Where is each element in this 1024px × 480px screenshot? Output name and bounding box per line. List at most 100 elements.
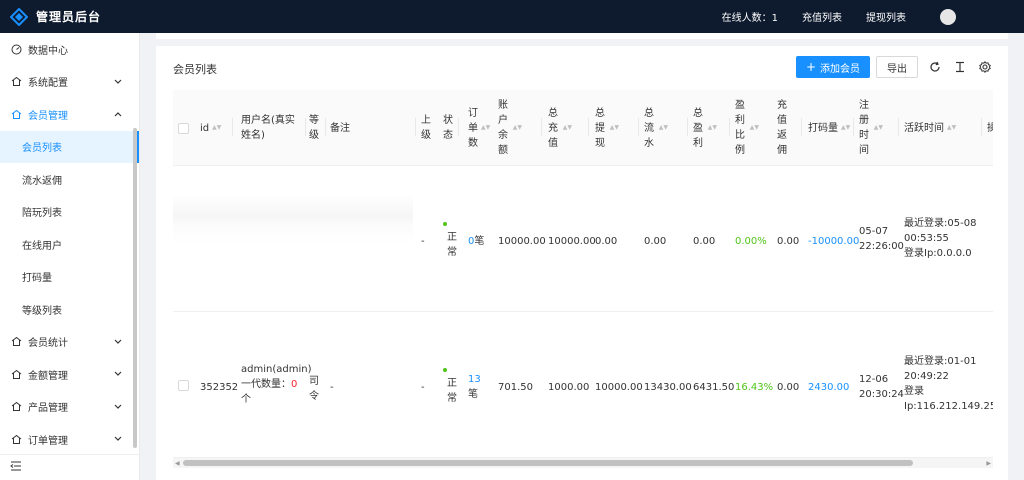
cell-status: 正常 xyxy=(447,378,457,404)
dashboard-icon xyxy=(10,43,22,55)
cell-total-flow: 13430.00 xyxy=(644,382,692,393)
sort-icon: ▲▼ xyxy=(609,124,619,131)
col-total-flow[interactable]: 总流水 ▲▼ xyxy=(644,90,668,166)
brand-logo-icon xyxy=(10,7,28,26)
cell-register-time: 12-06 20:30:24 xyxy=(859,374,904,400)
col-total-profit[interactable]: 总盈利 ▲▼ xyxy=(693,90,717,166)
col-id[interactable]: id ▲▼ xyxy=(200,90,221,166)
cell-bet-amount[interactable]: 2430.00 xyxy=(808,380,849,395)
cell-id: 352352 xyxy=(200,382,239,393)
cell-bet-amount[interactable]: -10000.00 xyxy=(808,234,859,249)
menu-fold-icon xyxy=(10,461,22,474)
cell-total-recharge: 10000.00 xyxy=(548,236,596,247)
cell-superior: - xyxy=(421,382,425,393)
cell-superior: - xyxy=(421,236,425,247)
cell-balance: 10000.00 xyxy=(498,236,546,247)
table-horizontal-scrollbar[interactable]: ◀ ▶ xyxy=(173,458,993,468)
export-button[interactable]: 导出 xyxy=(876,56,918,78)
col-register-time[interactable]: 注册时间 ▲▼ xyxy=(859,90,883,166)
cell-total-flow: 0.00 xyxy=(644,236,667,247)
sidebar-item-member-management[interactable]: 会员管理 xyxy=(0,98,139,131)
col-status: 状态 xyxy=(443,115,453,141)
status-dot xyxy=(443,222,447,226)
cell-register-time: 05-07 22:26:00 xyxy=(859,226,904,252)
select-all-checkbox[interactable] xyxy=(178,90,189,166)
cell-total-profit: 6431.50 xyxy=(693,382,735,393)
col-profit-ratio[interactable]: 盈利比例 ▲▼ xyxy=(735,90,759,166)
cell-total-withdraw: 0.00 xyxy=(595,236,618,247)
brand-title: 管理员后台 xyxy=(36,10,102,24)
top-bar: 管理员后台 在线人数：1 充值列表 提现列表 xyxy=(0,0,1024,33)
table-row: 352352 admin(admin) 一代数量：0 个 司令 - - 正常 1… xyxy=(173,312,993,458)
status-dot xyxy=(443,368,447,372)
col-level: 等级 xyxy=(309,115,319,141)
cell-recharge-rebate: 0.00 xyxy=(777,382,800,393)
home-icon xyxy=(10,336,22,348)
col-total-withdraw[interactable]: 总提现 ▲▼ xyxy=(595,90,619,166)
sidebar-item-amount-management[interactable]: 金额管理 xyxy=(0,358,139,391)
cell-profit-ratio: 16.43% xyxy=(735,382,774,393)
sort-icon: ▲▼ xyxy=(749,124,759,131)
recharge-list-link[interactable]: 充值列表 xyxy=(802,9,842,24)
cell-orders[interactable]: 13 笔 xyxy=(468,372,481,402)
column-height-icon[interactable] xyxy=(953,60,967,74)
col-more: 操 xyxy=(987,122,993,134)
cell-profit-ratio: 0.00% xyxy=(735,236,767,247)
col-active-time[interactable]: 活跃时间 ▲▼ xyxy=(904,90,956,166)
scroll-left-icon[interactable]: ◀ xyxy=(175,460,180,467)
chevron-down-icon xyxy=(113,77,123,87)
col-remark: 备注 xyxy=(330,122,350,134)
sidebar-item-product-management[interactable]: 产品管理 xyxy=(0,391,139,424)
sidebar-item-data-center[interactable]: 数据中心 xyxy=(0,33,139,66)
cell-total-withdraw: 10000.00 xyxy=(595,382,643,393)
cell-active-time: 最近登录:05-08 00:53:55 登录Ip:0.0.0.0 xyxy=(904,218,977,259)
sidebar-item-level-list[interactable]: 等级列表 xyxy=(0,293,139,326)
cell-orders[interactable]: 0笔 xyxy=(468,234,484,249)
col-total-recharge[interactable]: 总充值 ▲▼ xyxy=(548,90,572,166)
add-member-button[interactable]: + 添加会员 xyxy=(796,56,870,78)
sidebar-item-member-list[interactable]: 会员列表 xyxy=(0,130,139,163)
col-bet-amount[interactable]: 打码量 ▲▼ xyxy=(808,90,850,166)
sidebar-item-member-stats[interactable]: 会员统计 xyxy=(0,326,139,359)
table-row: - 正常 0笔 10000.00 10000.00 0.00 0.00 0.00… xyxy=(173,166,993,312)
online-count: 在线人数：1 xyxy=(721,13,778,24)
cell-status: 正常 xyxy=(447,232,457,258)
sidebar-item-companion-list[interactable]: 陪玩列表 xyxy=(0,196,139,229)
sidebar-item-system-config[interactable]: 系统配置 xyxy=(0,66,139,99)
reload-icon[interactable] xyxy=(928,60,942,74)
scroll-right-icon[interactable]: ▶ xyxy=(986,460,991,467)
scrollbar-thumb[interactable] xyxy=(183,460,913,466)
withdraw-list-link[interactable]: 提现列表 xyxy=(866,9,906,24)
home-icon xyxy=(10,401,22,413)
home-icon xyxy=(10,433,22,445)
home-icon xyxy=(10,76,22,88)
avatar[interactable] xyxy=(940,8,956,25)
sort-icon: ▲▼ xyxy=(658,124,668,131)
sidebar-item-label: 会员管理 xyxy=(28,110,68,122)
col-orders[interactable]: 订单数 ▲▼ xyxy=(468,90,490,166)
sort-icon: ▲▼ xyxy=(841,124,851,131)
sidebar-item-order-management[interactable]: 订单管理 xyxy=(0,423,139,456)
plus-icon: + xyxy=(805,60,817,74)
sidebar-item-label: 在线用户 xyxy=(22,240,62,252)
sidebar-collapse-button[interactable] xyxy=(0,454,139,480)
sidebar-item-online-users[interactable]: 在线用户 xyxy=(0,228,139,261)
cell-level: 司令 xyxy=(309,376,319,402)
blurred-content xyxy=(173,194,413,244)
sort-icon: ▲▼ xyxy=(707,124,717,131)
sidebar-item-flow-rebate[interactable]: 流水返佣 xyxy=(0,163,139,196)
sidebar-item-bet-amount[interactable]: 打码量 xyxy=(0,261,139,294)
cell-total-recharge: 1000.00 xyxy=(548,382,590,393)
cell-active-time: 最近登录:01-01 20:49:22 登录 Ip:116.212.149.25 xyxy=(904,356,993,412)
member-list-card: 会员列表 + 添加会员 导出 id ▲▼ 用户名(真实姓名) 等级 备注 上级 状… xyxy=(156,46,1008,480)
sidebar: 数据中心 系统配置 会员管理 会员列表 流水返佣 陪玩列表 在线用户 打码量 等… xyxy=(0,33,140,480)
sidebar-item-label: 产品管理 xyxy=(28,403,68,415)
col-balance[interactable]: 账户余额 ▲▼ xyxy=(498,90,522,166)
sort-icon: ▲▼ xyxy=(481,124,491,131)
row-checkbox[interactable] xyxy=(178,380,189,391)
sidebar-item-label: 陪玩列表 xyxy=(22,208,62,220)
sidebar-scrollbar[interactable] xyxy=(133,128,137,448)
setting-icon[interactable] xyxy=(978,60,992,74)
cell-recharge-rebate: 0.00 xyxy=(777,236,800,247)
sidebar-item-label: 会员统计 xyxy=(28,338,68,350)
